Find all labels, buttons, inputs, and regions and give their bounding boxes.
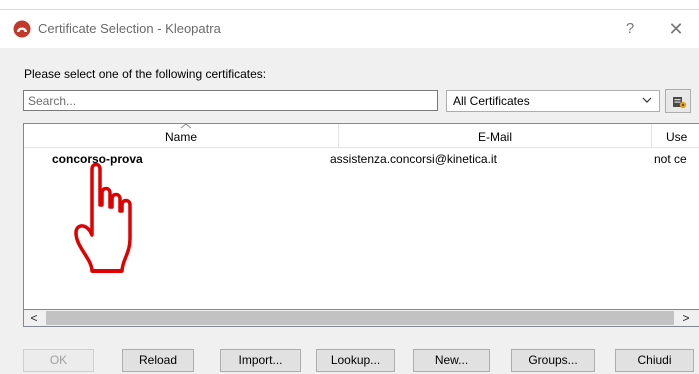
groups-button[interactable]: Groups...	[511, 349, 595, 372]
window-title: Certificate Selection - Kleopatra	[38, 21, 221, 36]
table-header: Name E-Mail Use	[24, 124, 699, 148]
cell-use: not ce	[654, 152, 687, 166]
certificate-config-icon	[673, 97, 687, 109]
import-button[interactable]: Import...	[220, 349, 301, 372]
lookup-button[interactable]: Lookup...	[316, 349, 395, 372]
chevron-down-icon	[642, 97, 652, 103]
cell-email: assistenza.concorsi@kinetica.it	[330, 152, 497, 166]
column-header-use-label: Use	[666, 130, 688, 144]
scroll-right-arrow[interactable]: >	[676, 310, 696, 326]
new-button[interactable]: New...	[413, 349, 490, 372]
column-header-name-label: Name	[164, 130, 197, 144]
filter-selected-value: All Certificates	[453, 94, 530, 108]
close-icon[interactable]: ✕	[656, 12, 696, 46]
certificate-selection-dialog: Certificate Selection - Kleopatra ? ✕ Pl…	[0, 9, 699, 374]
column-header-email-label: E-Mail	[477, 130, 512, 144]
horizontal-scrollbar[interactable]: < >	[23, 310, 699, 327]
close-button[interactable]: Chiudi	[615, 349, 694, 372]
certificate-filter-select[interactable]: All Certificates	[446, 90, 660, 112]
kleopatra-icon	[13, 20, 31, 38]
scroll-left-arrow[interactable]: <	[24, 310, 44, 326]
sort-ascending-icon	[180, 124, 192, 129]
column-header-use[interactable]: Use	[652, 124, 699, 147]
column-header-name[interactable]: Name	[24, 124, 339, 147]
scrollbar-thumb[interactable]	[46, 311, 674, 325]
column-header-email[interactable]: E-Mail	[339, 124, 652, 147]
search-input[interactable]	[23, 90, 438, 111]
help-button[interactable]: ?	[610, 12, 650, 46]
hand-pointer-icon	[74, 162, 132, 273]
reload-button[interactable]: Reload	[122, 349, 194, 372]
ok-button[interactable]: OK	[23, 349, 94, 372]
title-bar: Certificate Selection - Kleopatra ? ✕	[0, 10, 699, 48]
certificate-config-button[interactable]	[665, 89, 691, 113]
prompt-label: Please select one of the following certi…	[24, 67, 267, 81]
